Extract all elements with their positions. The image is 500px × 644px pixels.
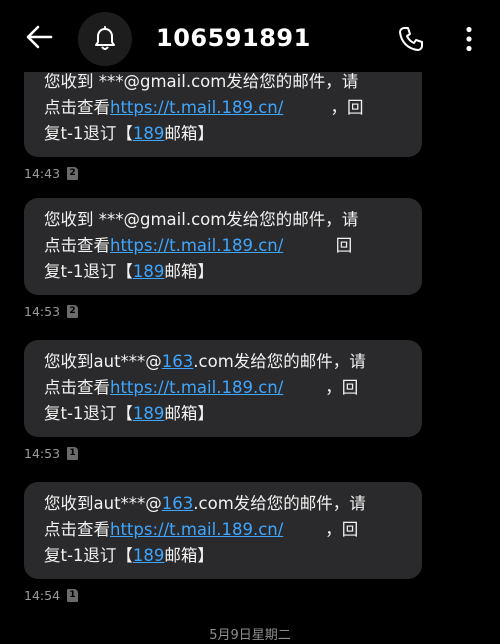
- message-text: 复t-1退订【: [44, 546, 133, 565]
- message-item: 您收到aut***@163.com发给您的邮件，请 点击查看https://t.…: [24, 482, 422, 603]
- message-line: 您收到aut***@163.com发给您的邮件，请: [44, 491, 408, 517]
- message-bubble[interactable]: 您收到 ***@gmail.com发给您的邮件，请 点击查看https://t.…: [24, 60, 422, 157]
- message-text: 邮箱】: [164, 546, 214, 565]
- message-timestamp: 14:54: [24, 587, 61, 603]
- message-item: 您收到 ***@gmail.com发给您的邮件，请 点击查看https://t.…: [24, 60, 422, 181]
- message-meta: 14:53 1: [24, 445, 422, 461]
- message-link[interactable]: https://t.mail.189.cn/: [110, 378, 283, 397]
- message-text: 您收到 ***@gmail.com发给您的邮件，请: [44, 72, 359, 91]
- message-timestamp: 14:53: [24, 303, 61, 319]
- message-text: 点击查看: [44, 520, 110, 539]
- message-item: 您收到 ***@gmail.com发给您的邮件，请 点击查看https://t.…: [24, 198, 422, 319]
- message-link[interactable]: 189: [133, 262, 165, 281]
- message-line: 点击查看https://t.mail.189.cn/ 回: [44, 233, 408, 259]
- message-line: 您收到aut***@163.com发给您的邮件，请: [44, 349, 408, 375]
- message-text: .com发给您的邮件，请: [193, 494, 366, 513]
- contact-avatar[interactable]: [78, 12, 132, 66]
- sim-card-icon: 2: [67, 304, 79, 318]
- more-options-button[interactable]: [455, 22, 483, 56]
- message-link[interactable]: 163: [162, 494, 194, 513]
- message-text: 点击查看: [44, 98, 110, 117]
- bell-icon: [95, 26, 115, 50]
- message-line: 您收到 ***@gmail.com发给您的邮件，请: [44, 69, 408, 95]
- sim-card-icon: 2: [67, 166, 79, 180]
- more-vertical-icon: [466, 26, 472, 52]
- message-line: 点击查看https://t.mail.189.cn/ ，回: [44, 375, 408, 401]
- message-text: ，回: [283, 378, 359, 397]
- message-link[interactable]: https://t.mail.189.cn/: [110, 520, 283, 539]
- message-text: 邮箱】: [164, 262, 214, 281]
- message-line: 复t-1退订【189邮箱】: [44, 121, 408, 147]
- message-text: 您收到aut***@: [44, 352, 162, 371]
- message-line: 复t-1退订【189邮箱】: [44, 259, 408, 285]
- message-text: 点击查看: [44, 378, 110, 397]
- message-bubble[interactable]: 您收到aut***@163.com发给您的邮件，请 点击查看https://t.…: [24, 340, 422, 437]
- message-text: .com发给您的邮件，请: [193, 352, 366, 371]
- date-separator: 5月9日星期二: [209, 628, 291, 643]
- sms-conversation-screen: 您收到 ***@gmail.com发给您的邮件，请 点击查看https://t.…: [0, 0, 500, 644]
- message-link[interactable]: 189: [133, 546, 165, 565]
- message-text: 点击查看: [44, 236, 110, 255]
- message-line: 您收到 ***@gmail.com发给您的邮件，请: [44, 207, 408, 233]
- call-button[interactable]: [394, 22, 428, 56]
- message-text: 复t-1退订【: [44, 262, 133, 281]
- message-text: ，回: [283, 520, 359, 539]
- message-meta: 14:54 1: [24, 587, 422, 603]
- message-timestamp: 14:53: [24, 445, 61, 461]
- app-header: 106591891: [0, 0, 500, 72]
- message-bubble[interactable]: 您收到 ***@gmail.com发给您的邮件，请 点击查看https://t.…: [24, 198, 422, 295]
- message-link[interactable]: https://t.mail.189.cn/: [110, 98, 283, 117]
- conversation-title: 106591891: [156, 24, 311, 52]
- message-line: 复t-1退订【189邮箱】: [44, 543, 408, 569]
- message-link[interactable]: 189: [133, 124, 165, 143]
- message-line: 复t-1退订【189邮箱】: [44, 401, 408, 427]
- message-bubble[interactable]: 您收到aut***@163.com发给您的邮件，请 点击查看https://t.…: [24, 482, 422, 579]
- message-text: 复t-1退订【: [44, 404, 133, 423]
- message-link[interactable]: https://t.mail.189.cn/: [110, 236, 283, 255]
- message-meta: 14:43 2: [24, 165, 422, 181]
- message-text: 复t-1退订【: [44, 124, 133, 143]
- back-button[interactable]: [22, 20, 56, 54]
- message-link[interactable]: 163: [162, 352, 194, 371]
- message-text: ，回: [283, 98, 364, 117]
- message-line: 点击查看https://t.mail.189.cn/ ，回: [44, 95, 408, 121]
- message-text: 您收到aut***@: [44, 494, 162, 513]
- arrow-left-icon: [26, 25, 53, 49]
- message-text: 邮箱】: [164, 404, 214, 423]
- sim-card-icon: 1: [67, 446, 79, 460]
- message-item: 您收到aut***@163.com发给您的邮件，请 点击查看https://t.…: [24, 340, 422, 461]
- message-meta: 14:53 2: [24, 303, 422, 319]
- message-text: 回: [283, 236, 353, 255]
- sim-card-icon: 1: [67, 588, 79, 602]
- message-text: 您收到 ***@gmail.com发给您的邮件，请: [44, 210, 359, 229]
- message-link[interactable]: 189: [133, 404, 165, 423]
- message-text: 邮箱】: [164, 124, 214, 143]
- message-thread[interactable]: 您收到 ***@gmail.com发给您的邮件，请 点击查看https://t.…: [0, 0, 500, 644]
- message-timestamp: 14:43: [24, 165, 61, 181]
- phone-icon: [399, 27, 423, 51]
- message-line: 点击查看https://t.mail.189.cn/ ，回: [44, 517, 408, 543]
